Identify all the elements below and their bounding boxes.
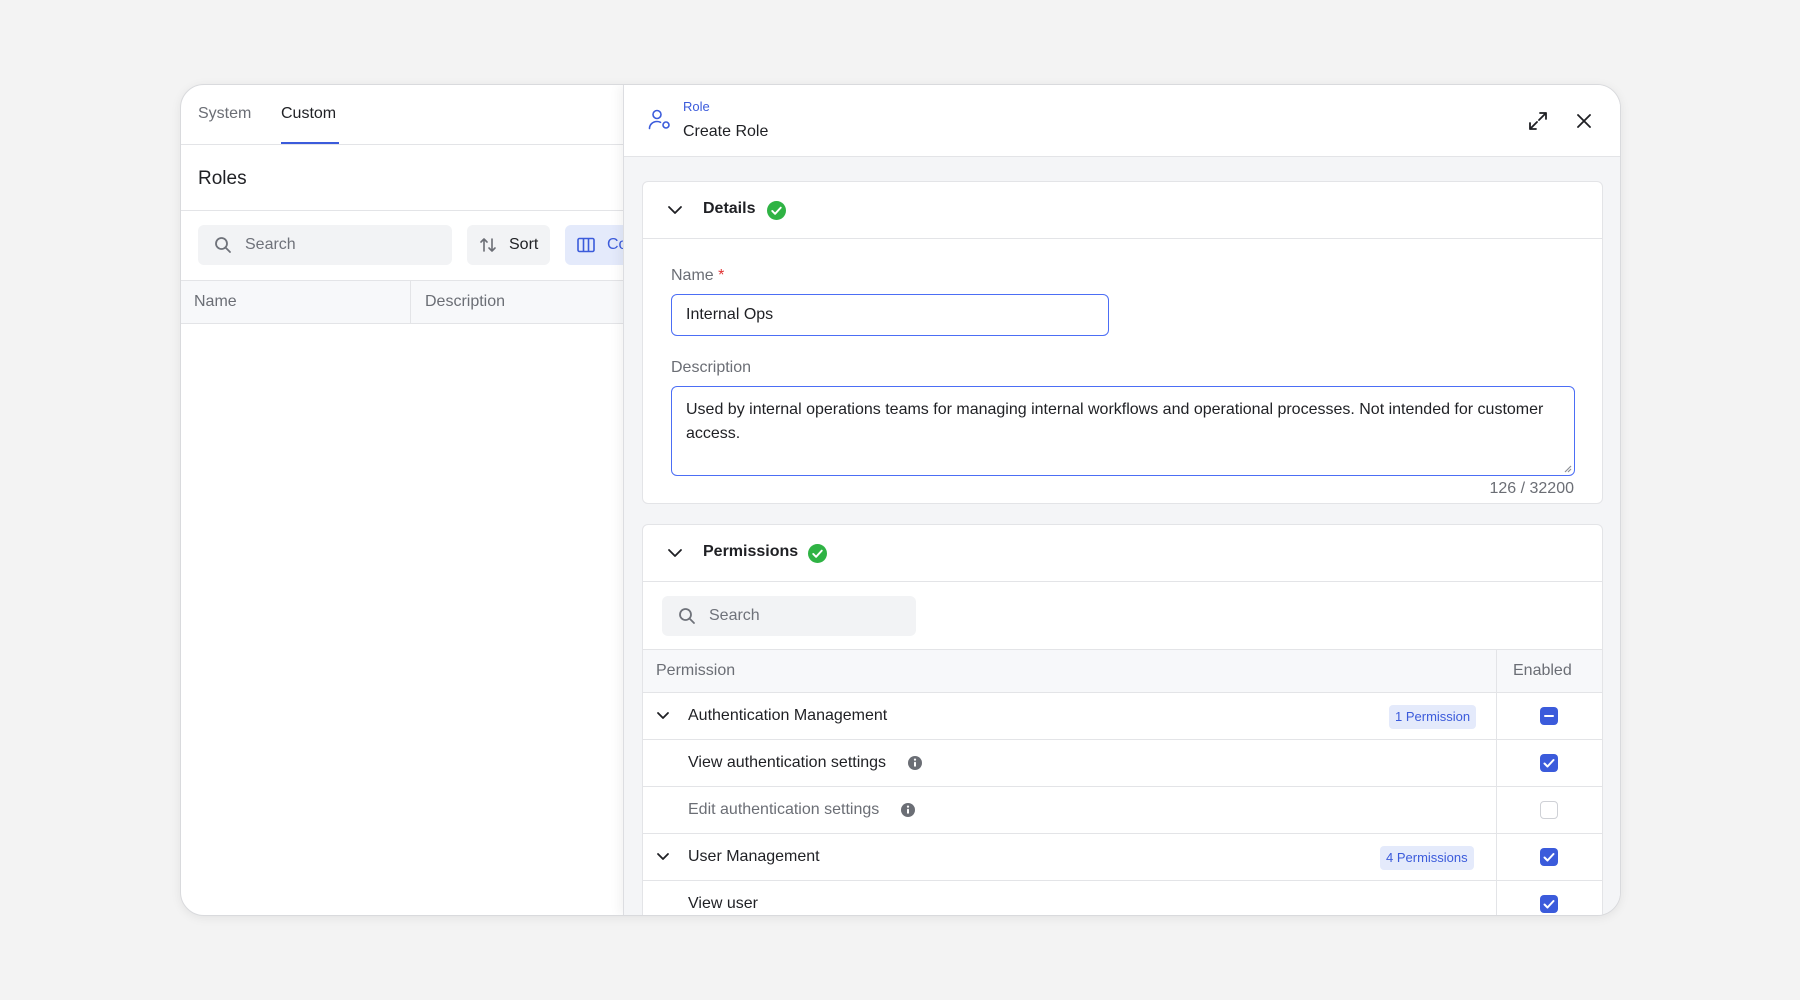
enabled-checkbox[interactable]	[1540, 754, 1558, 772]
details-title: Details	[703, 200, 756, 217]
permission-row: Edit authentication settings	[643, 787, 1602, 834]
columns-icon	[577, 237, 595, 258]
panel-eyebrow: Role	[683, 99, 710, 114]
permission-row: View authentication settings	[643, 740, 1602, 787]
permission-count-badge: 4 Permissions	[1380, 846, 1474, 870]
role-icon	[648, 109, 672, 136]
tab-system[interactable]: System	[198, 105, 251, 123]
permissions-section: Permissions Search Permission Enabled Au…	[642, 524, 1603, 915]
permission-group-row: Authentication Management 1 Permission	[643, 693, 1602, 740]
permission-label: Edit authentication settings	[688, 801, 880, 818]
sort-button[interactable]: Sort	[467, 225, 550, 265]
resize-grip-icon[interactable]	[1562, 463, 1572, 473]
check-icon	[1543, 900, 1555, 909]
indeterminate-icon	[1544, 715, 1554, 717]
permissions-header[interactable]: Permissions	[643, 525, 1602, 582]
enabled-checkbox[interactable]	[1540, 707, 1558, 725]
search-placeholder: Search	[245, 236, 296, 253]
enabled-checkbox[interactable]	[1540, 801, 1558, 819]
column-header-enabled: Enabled	[1513, 662, 1572, 679]
check-icon	[1543, 853, 1555, 862]
expand-button[interactable]	[1526, 109, 1550, 133]
app-window: System Custom Roles Search Sort Co Name	[180, 84, 1621, 916]
expand-icon	[1529, 112, 1547, 130]
permission-group-label: User Management	[688, 848, 820, 865]
create-role-panel: Role Create Role Details Name * Internal…	[623, 85, 1620, 915]
close-icon	[1577, 114, 1591, 128]
name-field[interactable]: Internal Ops	[671, 294, 1109, 336]
check-circle-icon	[767, 201, 786, 220]
details-header[interactable]: Details	[643, 182, 1602, 239]
search-icon	[214, 236, 232, 259]
column-divider	[410, 281, 411, 323]
info-icon[interactable]	[900, 802, 916, 818]
search-icon	[678, 607, 696, 630]
permission-group-row: User Management 4 Permissions	[643, 834, 1602, 881]
sort-icon	[478, 235, 498, 260]
check-circle-icon	[808, 544, 827, 563]
chevron-down-icon[interactable]	[656, 850, 670, 868]
close-button[interactable]	[1572, 109, 1596, 133]
column-header-permission: Permission	[656, 662, 736, 679]
chevron-down-icon[interactable]	[667, 546, 683, 564]
roles-table-header: Name Description	[181, 280, 624, 324]
column-header-description[interactable]: Description	[425, 293, 505, 311]
name-field-value: Internal Ops	[686, 306, 774, 323]
info-icon[interactable]	[907, 755, 923, 771]
role-type-tabs: System Custom	[181, 85, 624, 145]
name-label: Name *	[671, 267, 724, 285]
search-placeholder: Search	[709, 607, 760, 624]
permission-label: View authentication settings	[688, 754, 887, 771]
page-title: Roles	[198, 168, 247, 189]
chevron-down-icon[interactable]	[656, 709, 670, 727]
permission-group-label: Authentication Management	[688, 707, 888, 724]
permission-label: View user	[688, 895, 758, 912]
chevron-down-icon[interactable]	[667, 203, 683, 221]
permission-row: View user	[643, 881, 1602, 915]
permission-count-badge: 1 Permission	[1389, 705, 1477, 729]
description-field[interactable]: Used by internal operations teams for ma…	[671, 386, 1575, 476]
active-tab-indicator	[281, 142, 339, 144]
sort-label: Sort	[509, 236, 539, 253]
roles-search-input[interactable]: Search	[198, 225, 452, 265]
roles-list-pane: System Custom Roles Search Sort Co Name	[181, 85, 655, 915]
divider	[181, 210, 624, 211]
tab-custom[interactable]: Custom	[281, 105, 336, 123]
description-label: Description	[671, 359, 752, 376]
permissions-search-input[interactable]: Search	[662, 596, 916, 636]
character-counter: 126 / 32200	[1489, 480, 1574, 497]
panel-title: Create Role	[683, 123, 769, 140]
enabled-checkbox[interactable]	[1540, 848, 1558, 866]
required-marker: *	[718, 267, 725, 284]
permissions-table-header: Permission Enabled	[643, 649, 1602, 693]
column-header-name[interactable]: Name	[194, 293, 237, 311]
enabled-checkbox[interactable]	[1540, 895, 1558, 913]
permissions-title: Permissions	[703, 543, 799, 560]
check-icon	[1543, 759, 1555, 768]
panel-header: Role Create Role	[624, 85, 1620, 157]
name-label-text: Name	[671, 267, 714, 284]
description-field-value: Used by internal operations teams for ma…	[686, 401, 1544, 442]
details-section: Details Name * Internal Ops Description …	[642, 181, 1603, 504]
